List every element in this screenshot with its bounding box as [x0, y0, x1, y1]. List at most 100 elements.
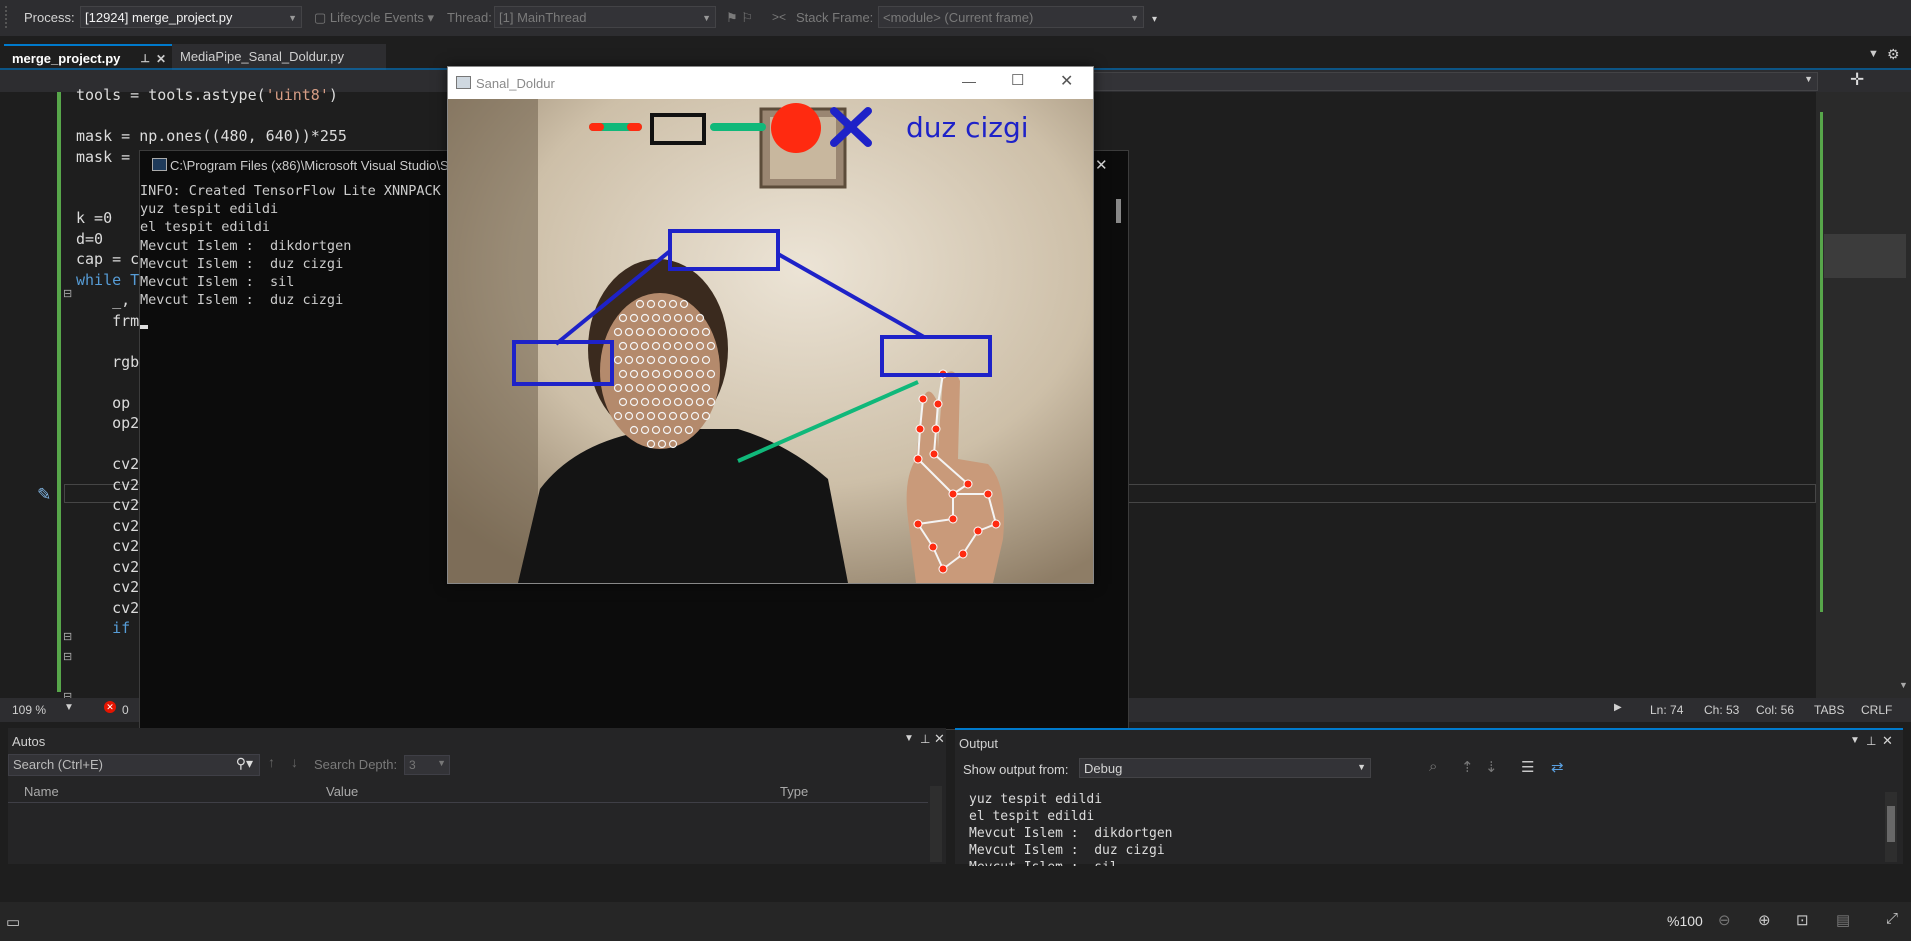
tab-merge-project[interactable]: merge_project.py ⊥ ✕: [4, 44, 172, 70]
autos-pane[interactable]: Autos ▼ ⊥ ✕ Search (Ctrl+E) ⚲▾ ↑ ↓ Searc…: [8, 728, 946, 864]
output-line: Mevcut Islem : duz cizgi: [969, 843, 1165, 858]
output-line: Mevcut Islem : dikdortgen: [969, 826, 1173, 841]
maximize-icon[interactable]: ☐: [1011, 71, 1024, 89]
close-icon[interactable]: ✕: [1095, 156, 1108, 174]
caption-icon[interactable]: ▭: [6, 913, 20, 931]
camera-window[interactable]: Sanal_Doldur — ☐ ✕ duz cizgi: [447, 66, 1094, 584]
console-cursor: [140, 325, 148, 329]
scroll-down-icon[interactable]: ▼: [1899, 680, 1908, 690]
stack-frame-combo[interactable]: <module> (Current frame) ▼: [878, 6, 1144, 28]
hand-landmark: [973, 526, 983, 536]
search-depth-combo[interactable]: 3 ▼: [404, 755, 450, 775]
fit-icon[interactable]: ⊡: [1796, 911, 1809, 929]
arrow-down-icon[interactable]: ↓: [291, 754, 298, 770]
indent-mode[interactable]: TABS: [1814, 703, 1844, 717]
minimap[interactable]: ▼: [1816, 92, 1911, 698]
code-line: op: [76, 393, 131, 412]
thread-combo[interactable]: [1] MainThread ▼: [494, 6, 716, 28]
find-icon[interactable]: ⌕: [1429, 758, 1437, 775]
settings-icon[interactable]: ⚙: [1887, 46, 1900, 63]
chevron-down-icon[interactable]: ▼: [64, 702, 74, 713]
debug-toolbar: Process: [12924] merge_project.py ▼ ▢ Li…: [0, 0, 1911, 36]
flag-icon[interactable]: ⚑ ⚐: [726, 10, 753, 26]
collapse-icon[interactable]: ⊟: [63, 650, 72, 663]
autos-scrollbar[interactable]: [930, 786, 942, 862]
tab-mediapipe-sanal-doldur[interactable]: MediaPipe_Sanal_Doldur.py: [172, 44, 386, 70]
split-icon[interactable]: ✛: [1850, 70, 1864, 90]
minimap-viewport[interactable]: [1824, 234, 1906, 278]
overflow-icon[interactable]: ▾: [1152, 14, 1157, 25]
chevron-down-icon: ▼: [288, 13, 297, 23]
chevron-down-icon[interactable]: ▼: [1850, 735, 1860, 746]
lifecycle-label: Lifecycle Events: [329, 10, 424, 25]
error-icon: ✕: [104, 701, 116, 713]
col-number[interactable]: Col: 56: [1756, 703, 1794, 717]
close-icon[interactable]: ✕: [1882, 733, 1893, 749]
hand-landmark: [913, 519, 923, 529]
column-name[interactable]: Name: [24, 784, 59, 799]
current-tool-label: duz cizgi: [906, 111, 1029, 144]
change-marker: [57, 92, 61, 692]
scroll-right-icon[interactable]: ▶: [1614, 702, 1622, 713]
line-number[interactable]: Ln: 74: [1650, 703, 1683, 717]
toolbar-grip[interactable]: [5, 6, 10, 28]
word-wrap-icon[interactable]: ⇄: [1551, 758, 1564, 776]
minimize-icon[interactable]: —: [962, 73, 976, 89]
console-icon: [152, 158, 167, 171]
output-pane[interactable]: Output ▼ ⊥ ✕ Show output from: Debug ▼ ⌕…: [955, 728, 1903, 875]
prev-message-icon[interactable]: ⇡: [1461, 758, 1474, 776]
hand-landmark: [913, 454, 923, 464]
code-line: rgb: [76, 352, 140, 371]
close-icon[interactable]: ✕: [934, 731, 945, 747]
code-line: cv2: [76, 578, 140, 596]
stack-frame-value: <module> (Current frame): [883, 10, 1034, 25]
process-combo[interactable]: [12924] merge_project.py ▼: [80, 6, 302, 28]
search-icon[interactable]: ⚲▾: [236, 755, 253, 772]
pin-icon[interactable]: ⊥: [1866, 734, 1876, 748]
char-number[interactable]: Ch: 53: [1704, 703, 1739, 717]
hand-landmark: [918, 394, 928, 404]
zoom-level[interactable]: 109 %: [12, 703, 46, 717]
zoom-out-icon[interactable]: ⊖: [1718, 911, 1731, 929]
column-value[interactable]: Value: [326, 784, 358, 799]
tool-circle-icon[interactable]: [771, 103, 821, 153]
member-dropdown[interactable]: ▼: [1090, 72, 1818, 91]
actual-size-icon[interactable]: ▤: [1836, 911, 1850, 929]
output-source-value: Debug: [1084, 761, 1123, 776]
close-icon[interactable]: ✕: [1060, 71, 1073, 91]
tab-list-icon[interactable]: ▼: [1868, 48, 1879, 60]
output-source-combo[interactable]: Debug ▼: [1079, 758, 1371, 778]
code-line: k =0: [76, 209, 113, 227]
code-line: tools = tools.astype('uint8'): [76, 86, 338, 104]
arrow-up-icon[interactable]: ↑: [268, 754, 275, 770]
code-line: cv2: [76, 598, 140, 617]
clear-all-icon[interactable]: ☰: [1521, 758, 1534, 776]
chevron-down-icon: ▼: [702, 13, 711, 23]
autos-search-input[interactable]: Search (Ctrl+E) ⚲▾: [8, 754, 260, 776]
line-ending[interactable]: CRLF: [1861, 703, 1892, 717]
hand-landmark: [929, 449, 939, 459]
column-type[interactable]: Type: [780, 784, 808, 799]
camera-frame[interactable]: duz cizgi: [448, 99, 1093, 583]
lifecycle-events-button[interactable]: ▢ Lifecycle Events ▾: [314, 10, 434, 26]
code-line: cap = c: [76, 250, 140, 268]
camera-titlebar[interactable]: Sanal_Doldur — ☐ ✕: [448, 67, 1093, 99]
chevron-down-icon[interactable]: ▼: [904, 733, 914, 744]
fullscreen-icon[interactable]: ⤢: [1886, 910, 1898, 927]
hand-landmark: [948, 514, 958, 524]
collapse-icon[interactable]: ⊟: [63, 287, 72, 300]
console-scrollbar[interactable]: [1116, 199, 1121, 223]
pin-icon[interactable]: ⊥: [920, 732, 930, 746]
search-depth-value: 3: [409, 758, 416, 772]
scroll-thumb[interactable]: [1887, 806, 1895, 842]
error-count[interactable]: 0: [122, 703, 129, 717]
search-depth-label: Search Depth:: [314, 757, 398, 772]
output-scrollbar[interactable]: [1885, 792, 1897, 862]
next-message-icon[interactable]: ⇣: [1485, 758, 1498, 776]
collapse-icon[interactable]: ⊟: [63, 630, 72, 643]
hand-landmark: [915, 424, 925, 434]
code-line: cv2: [76, 496, 140, 514]
process-label: Process:: [24, 10, 75, 25]
console-line: el tespit edildi: [140, 219, 271, 236]
zoom-in-icon[interactable]: ⊕: [1758, 911, 1771, 929]
